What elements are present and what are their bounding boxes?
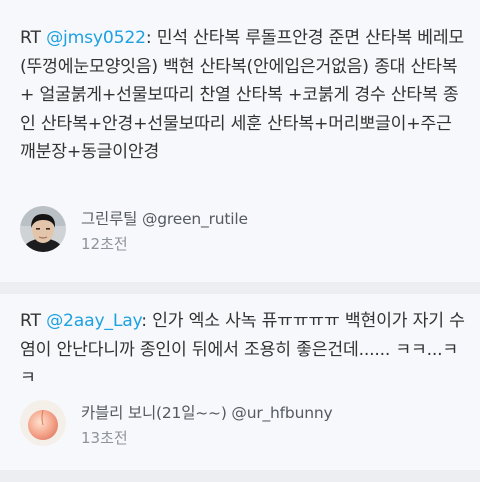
- peach-avatar-icon: [20, 400, 66, 446]
- avatar[interactable]: [20, 206, 66, 252]
- avatar[interactable]: [20, 400, 66, 446]
- card-divider: [0, 282, 480, 294]
- tweet-author[interactable]: 그린루틸 @green_rutile 12초전: [20, 206, 248, 255]
- timestamp: 12초전: [81, 235, 128, 253]
- card-divider: [0, 470, 480, 482]
- mention-link[interactable]: @2aay_Lay: [46, 311, 141, 331]
- author-name[interactable]: 카블리 보니(21일~~) @ur_hfbunny: [81, 402, 333, 424]
- tweet-author[interactable]: 카블리 보니(21일~~) @ur_hfbunny 13초전: [20, 400, 333, 449]
- author-name[interactable]: 그린루틸 @green_rutile: [81, 208, 248, 230]
- tweet-text: RT @2aay_Lay: 인가 엑소 사녹 퓨ㅠㅠㅠㅠ 백현이가 자기 수염이…: [20, 307, 466, 393]
- tweet-text: RT @jmsy0522: 민석 산타복 루돌프안경 준면 산타복 베레모(뚜껑…: [20, 24, 466, 167]
- tweet-body: : 민석 산타복 루돌프안경 준면 산타복 베레모(뚜껑에눈모양잇음) 백현 산…: [20, 28, 465, 163]
- timeline-feed: RT @jmsy0522: 민석 산타복 루돌프안경 준면 산타복 베레모(뚜껑…: [0, 0, 480, 482]
- retweet-prefix: RT: [20, 28, 47, 48]
- mention-link[interactable]: @jmsy0522: [46, 28, 146, 48]
- retweet-prefix: RT: [20, 311, 47, 331]
- timestamp: 13초전: [81, 429, 128, 447]
- person-avatar-icon: [20, 206, 66, 252]
